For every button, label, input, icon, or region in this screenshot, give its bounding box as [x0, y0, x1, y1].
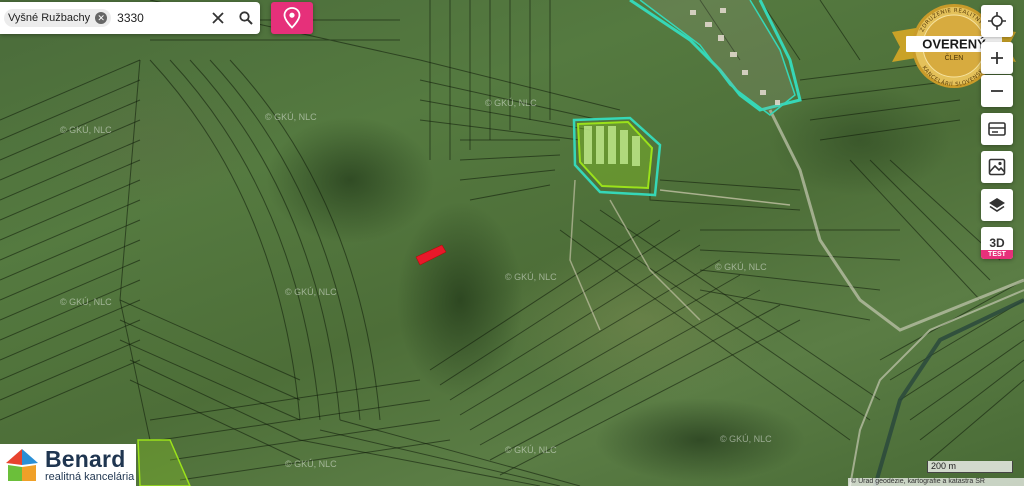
search-box[interactable]: Vyšné Ružbachy ✕ 3330 — [0, 2, 260, 34]
location-pin-button[interactable] — [271, 2, 313, 34]
3d-view-button[interactable]: 3D TEST — [981, 227, 1013, 259]
clear-icon[interactable] — [204, 4, 232, 32]
logo-subtitle: realitná kancelária — [45, 470, 135, 483]
scale-bar: 200 m — [927, 461, 1013, 473]
zoom-in-button[interactable] — [981, 42, 1013, 74]
seal-main-text: OVERENÝ — [922, 37, 986, 52]
map-watermark: © GKÚ, NLC — [505, 272, 557, 282]
cadastral-overlay — [0, 0, 1024, 486]
chip-remove-icon[interactable]: ✕ — [95, 12, 108, 24]
satellite-map[interactable]: © GKÚ, NLC © GKÚ, NLC © GKÚ, NLC © GKÚ, … — [0, 0, 1024, 486]
layers-button[interactable] — [981, 189, 1013, 221]
house-logo-icon — [6, 449, 38, 481]
map-watermark: © GKÚ, NLC — [285, 287, 337, 297]
map-pin-icon — [283, 7, 301, 29]
location-chip[interactable]: Vyšné Ružbachy ✕ — [4, 9, 112, 27]
map-watermark: © GKÚ, NLC — [285, 459, 337, 469]
minus-icon — [991, 90, 1003, 92]
id-card-icon — [988, 122, 1006, 136]
crosshair-icon — [988, 12, 1006, 30]
map-watermark: © GKÚ, NLC — [505, 445, 557, 455]
location-chip-label: Vyšné Ružbachy — [8, 12, 91, 24]
logo-name: Benard — [45, 445, 126, 472]
seal-sub-text: ČLEN — [945, 53, 964, 62]
locate-me-button[interactable] — [981, 5, 1013, 37]
test-badge: TEST — [981, 250, 1013, 259]
map-watermark: © GKÚ, NLC — [60, 125, 112, 135]
benard-logo[interactable]: Benard realitná kancelária — [0, 444, 136, 486]
search-icon[interactable] — [232, 4, 260, 32]
map-watermark: © GKÚ, NLC — [485, 98, 537, 108]
map-watermark: © GKÚ, NLC — [265, 112, 317, 122]
search-input[interactable]: 3330 — [117, 11, 204, 25]
zoom-out-button[interactable] — [981, 75, 1013, 107]
map-attribution[interactable]: © Úrad geodézie, kartografie a katastra … — [848, 478, 1024, 486]
map-image-icon — [988, 158, 1006, 176]
layers-icon — [989, 198, 1005, 212]
map-watermark: © GKÚ, NLC — [720, 434, 772, 444]
plus-icon — [991, 52, 1003, 64]
parcel-info-button[interactable] — [981, 113, 1013, 145]
selected-parcel — [415, 244, 447, 266]
map-watermark: © GKÚ, NLC — [715, 262, 767, 272]
map-type-button[interactable] — [981, 151, 1013, 183]
map-watermark: © GKÚ, NLC — [60, 297, 112, 307]
